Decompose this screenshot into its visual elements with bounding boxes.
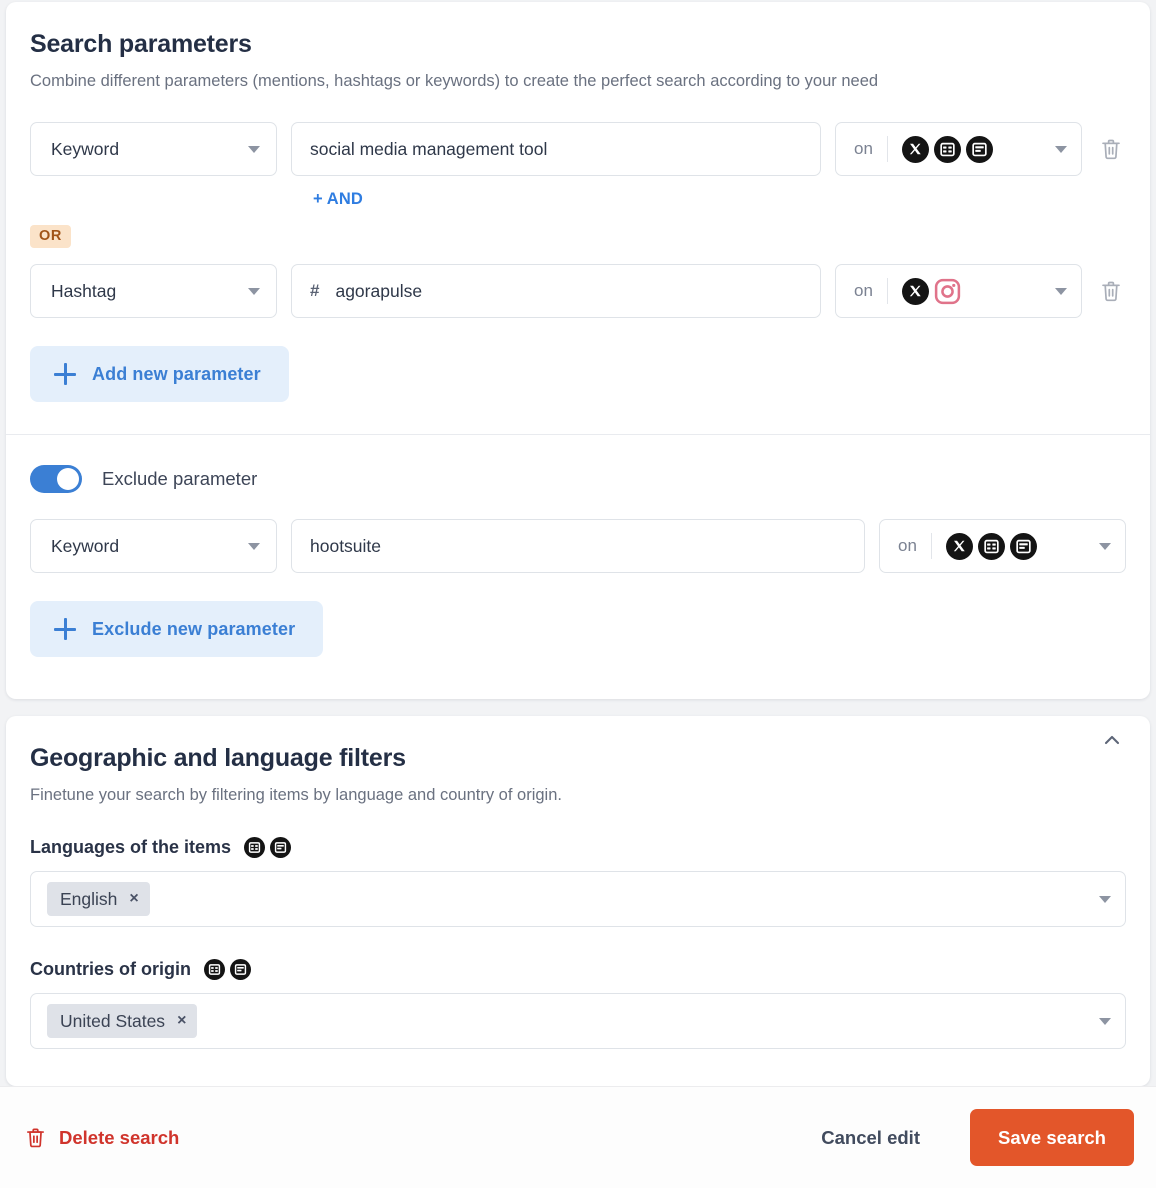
add-new-parameter-button[interactable]: Add new parameter [30,346,289,403]
parameter-value-input-2[interactable]: # agorapulse [291,264,821,319]
chevron-down-icon [1055,287,1067,295]
add-parameter-container: Add new parameter [30,346,1126,434]
parameter-type-label: Keyword [51,138,120,159]
platform-select-1[interactable]: on [835,122,1082,177]
parameter-row: Hashtag # agorapulse on [30,264,1126,319]
search-parameters-description: Combine different parameters (mentions, … [30,72,879,90]
languages-field-label: Languages of the items [30,837,1126,859]
delete-search-label: Delete search [59,1126,180,1148]
chevron-down-icon [248,542,260,550]
chevron-down-icon [1099,1017,1111,1025]
platform-icon-group [900,135,993,163]
trash-icon [1102,281,1120,302]
hash-symbol-icon: # [310,281,320,301]
exclude-parameter-toggle[interactable] [30,465,82,494]
or-badge: OR [30,225,71,249]
or-badge-container: OR [30,209,1126,249]
chevron-down-icon [1055,145,1067,153]
page-title: Search parameters [30,30,252,58]
web-icon [204,959,225,981]
x-icon [945,532,973,560]
x-icon [901,277,929,305]
remove-language-chip-icon[interactable]: × [129,891,138,907]
geographic-description: Finetune your search by filtering items … [30,786,562,804]
geographic-filters-card: Geographic and language filters Finetune… [6,716,1150,1086]
chevron-down-icon [1099,542,1111,550]
parameter-value-input-1[interactable]: social media management tool [291,122,821,177]
languages-select[interactable]: English × [30,871,1126,928]
exclude-section: Exclude parameter Keyword hootsuite on E… [6,435,1150,658]
exclude-value-text: hootsuite [310,535,382,556]
geographic-header: Geographic and language filters Finetune… [30,716,1126,809]
delete-search-button[interactable]: Delete search [24,1126,179,1150]
remove-country-chip-icon[interactable]: × [177,1013,186,1029]
country-chip-label: United States [60,1010,166,1031]
footer-action-bar: Delete search Cancel edit Save search [0,1086,1156,1188]
platform-icon-group [944,532,1037,560]
exclude-add-container: Exclude new parameter [30,601,1126,658]
parameter-type-select-2[interactable]: Hashtag [30,264,277,319]
trash-icon [1102,139,1120,160]
platform-prefix-label: on [854,278,888,305]
news-icon [270,837,292,859]
plus-icon [54,363,76,386]
cancel-edit-button[interactable]: Cancel edit [821,1127,920,1149]
countries-field-label: Countries of origin [30,959,1126,981]
geographic-title: Geographic and language filters [30,744,406,772]
exclude-type-select[interactable]: Keyword [30,519,277,574]
add-new-parameter-label: Add new parameter [92,363,261,384]
parameter-row: Keyword social media management tool on [30,122,1126,177]
platform-select-2[interactable]: on [835,264,1082,319]
exclude-new-parameter-button[interactable]: Exclude new parameter [30,601,324,658]
platform-prefix-label: on [854,136,888,163]
chevron-down-icon [248,145,260,153]
language-chip[interactable]: English × [47,882,150,917]
exclude-platform-select[interactable]: on [879,519,1126,574]
web-icon [933,135,961,163]
country-chip[interactable]: United States × [47,1004,198,1039]
platform-icon-group [900,277,961,305]
search-parameters-card: Search parameters Combine different para… [6,2,1150,699]
plus-icon [54,618,76,641]
delete-parameter-button-2[interactable] [1096,276,1126,306]
chevron-up-icon[interactable] [1102,730,1122,750]
web-icon [244,837,266,859]
countries-select[interactable]: United States × [30,993,1126,1050]
exclude-value-input[interactable]: hootsuite [291,519,865,574]
news-icon [1009,532,1037,560]
trash-icon [26,1128,45,1147]
delete-parameter-button-1[interactable] [1096,134,1126,164]
language-chip-label: English [60,888,118,909]
languages-icon-group [244,837,292,859]
chevron-down-icon [248,287,260,295]
parameter-value-text: agorapulse [335,280,423,301]
save-search-button[interactable]: Save search [969,1109,1134,1166]
exclude-new-parameter-label: Exclude new parameter [92,618,296,639]
parameter-value-text: social media management tool [310,138,548,159]
parameter-type-select-1[interactable]: Keyword [30,122,277,177]
x-icon [901,135,929,163]
languages-label-text: Languages of the items [30,837,232,858]
platform-prefix-label: on [898,533,932,560]
add-and-link[interactable]: + AND [313,190,363,209]
countries-label-text: Countries of origin [30,959,191,980]
exclude-parameter-row: Keyword hootsuite on [30,519,1126,574]
exclude-type-label: Keyword [51,535,120,556]
chevron-down-icon [1099,895,1111,903]
exclude-parameter-label: Exclude parameter [102,468,258,490]
instagram-icon [934,278,961,305]
search-editor-page: Search parameters Combine different para… [0,0,1156,1188]
web-icon [977,532,1005,560]
parameter-type-label: Hashtag [51,280,117,301]
exclude-toggle-row: Exclude parameter [30,435,1126,494]
footer-primary-actions: Cancel edit Save search [821,1109,1134,1166]
news-icon [230,959,251,981]
news-icon [965,135,993,163]
toggle-knob [57,468,79,491]
countries-icon-group [204,959,251,981]
